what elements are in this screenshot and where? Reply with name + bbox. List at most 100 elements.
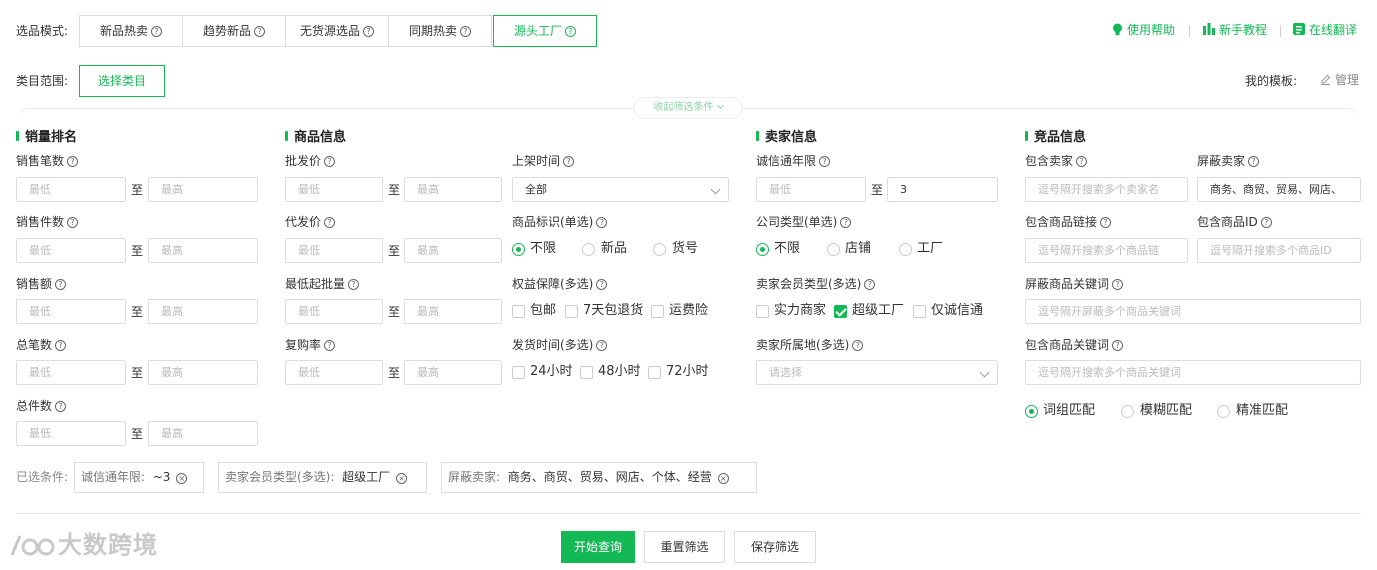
repurchase-rate-min-input[interactable]: 最低: [285, 360, 383, 385]
help-icon[interactable]: ?: [563, 156, 575, 167]
close-icon[interactable]: ×: [176, 473, 188, 484]
radio-label: 不限: [774, 241, 801, 256]
rights-checkbox-shipping-insurance[interactable]: [651, 305, 664, 318]
help-icon[interactable]: ?: [819, 156, 831, 167]
block-keyword-input[interactable]: 逗号隔开屏蔽多个商品关键词: [1025, 299, 1361, 324]
help-icon[interactable]: ?: [596, 217, 608, 228]
help-icon[interactable]: ?: [254, 26, 265, 37]
cxt-years-max-input[interactable]: 3: [887, 177, 998, 202]
member-checkbox-cxt-only[interactable]: [913, 305, 926, 318]
company-type-radio-store[interactable]: [827, 243, 840, 256]
tab-new-hot[interactable]: 新品热卖?: [79, 15, 183, 47]
sales-qty-max-input[interactable]: 最高: [148, 238, 258, 263]
tab-trend-new[interactable]: 趋势新品?: [182, 15, 286, 47]
help-icon[interactable]: ?: [1260, 217, 1272, 228]
product-tag-radio-new[interactable]: [582, 243, 595, 256]
field-label-sales-qty: 销售件数?: [16, 214, 79, 230]
sales-amount-min-input[interactable]: 最低: [16, 299, 126, 324]
seller-location-select[interactable]: 请选择: [756, 360, 998, 385]
help-icon[interactable]: ?: [55, 340, 67, 351]
tab-source-factory[interactable]: 源头工厂?: [493, 15, 597, 47]
save-filters-button[interactable]: 保存筛选: [734, 531, 816, 563]
close-icon[interactable]: ×: [396, 473, 408, 484]
ship-checkbox-72h[interactable]: [648, 366, 661, 379]
sales-count-max-input[interactable]: 最高: [148, 177, 258, 202]
help-icon[interactable]: ?: [324, 340, 336, 351]
member-checkbox-super-factory[interactable]: [834, 305, 847, 318]
selected-chip: 诚信通年限: ~3 ×: [74, 462, 204, 493]
match-radio-exact[interactable]: [1217, 405, 1230, 418]
block-seller-input[interactable]: 商务、商贸、贸易、网店、: [1197, 177, 1361, 202]
min-batch-min-input[interactable]: 最低: [285, 299, 383, 324]
dropship-price-min-input[interactable]: 最低: [285, 238, 383, 263]
sales-amount-max-input[interactable]: 最高: [148, 299, 258, 324]
help-icon[interactable]: ?: [324, 156, 336, 167]
checkbox-label: 超级工厂: [852, 303, 905, 318]
member-checkbox-strong-merchant[interactable]: [756, 305, 769, 318]
help-icon[interactable]: ?: [596, 279, 608, 290]
total-qty-max-input[interactable]: 最高: [148, 421, 258, 446]
help-icon[interactable]: ?: [1112, 279, 1124, 290]
ship-checkbox-48h[interactable]: [580, 366, 593, 379]
wholesale-price-max-input[interactable]: 最高: [404, 177, 502, 202]
manage-template-link[interactable]: 管理: [1320, 72, 1359, 88]
help-icon[interactable]: ?: [55, 279, 67, 290]
tab-no-stock[interactable]: 无货源选品?: [285, 15, 389, 47]
dropship-price-max-input[interactable]: 最高: [404, 238, 502, 263]
ship-checkbox-24h[interactable]: [512, 366, 525, 379]
field-label-wholesale-price: 批发价?: [285, 153, 336, 169]
range-separator: 至: [388, 183, 401, 197]
help-icon[interactable]: ?: [151, 26, 162, 37]
help-icon[interactable]: ?: [840, 217, 852, 228]
sales-count-min-input[interactable]: 最低: [16, 177, 126, 202]
total-orders-max-input[interactable]: 最高: [148, 360, 258, 385]
product-tag-radio-any[interactable]: [512, 243, 525, 256]
checkbox-label: 实力商家: [774, 303, 827, 318]
field-label-listing-time: 上架时间?: [512, 153, 575, 169]
sales-qty-min-input[interactable]: 最低: [16, 238, 126, 263]
tutorial-link[interactable]: 新手教程: [1203, 22, 1267, 38]
help-icon[interactable]: ?: [324, 217, 336, 228]
help-icon[interactable]: ?: [1076, 156, 1088, 167]
rights-checkbox-7day-return[interactable]: [565, 305, 578, 318]
help-link[interactable]: 使用帮助: [1112, 22, 1175, 38]
wholesale-price-min-input[interactable]: 最低: [285, 177, 383, 202]
total-orders-min-input[interactable]: 最低: [16, 360, 126, 385]
help-icon[interactable]: ?: [852, 340, 864, 351]
help-icon[interactable]: ?: [864, 279, 876, 290]
rights-checkbox-free-shipping[interactable]: [512, 305, 525, 318]
help-icon[interactable]: ?: [1248, 156, 1260, 167]
listing-time-select[interactable]: 全部: [512, 177, 729, 202]
help-icon[interactable]: ?: [1112, 340, 1124, 351]
tab-same-period[interactable]: 同期热卖?: [388, 15, 492, 47]
repurchase-rate-max-input[interactable]: 最高: [404, 360, 502, 385]
help-icon[interactable]: ?: [348, 279, 360, 290]
help-icon[interactable]: ?: [67, 217, 79, 228]
reset-filters-button[interactable]: 重置筛选: [644, 531, 725, 563]
include-seller-input[interactable]: 逗号隔开搜索多个卖家名: [1025, 177, 1188, 202]
include-id-input[interactable]: 逗号隔开搜索多个商品ID: [1197, 238, 1361, 263]
total-qty-min-input[interactable]: 最低: [16, 421, 126, 446]
match-radio-phrase[interactable]: [1025, 405, 1038, 418]
product-tag-radio-sku[interactable]: [653, 243, 666, 256]
company-type-radio-factory[interactable]: [899, 243, 912, 256]
help-icon[interactable]: ?: [460, 26, 471, 37]
help-icon[interactable]: ?: [55, 401, 67, 412]
help-icon[interactable]: ?: [596, 340, 608, 351]
match-radio-fuzzy[interactable]: [1121, 405, 1134, 418]
include-keyword-input[interactable]: 逗号隔开搜索多个商品关键词: [1025, 360, 1361, 385]
help-icon[interactable]: ?: [565, 26, 576, 37]
company-type-radio-any[interactable]: [756, 243, 769, 256]
cxt-years-min-input[interactable]: 最低: [756, 177, 866, 202]
field-label-seller-location: 卖家所属地(多选)?: [756, 337, 864, 353]
collapse-filters-button[interactable]: 收起筛选条件: [633, 97, 743, 119]
help-icon[interactable]: ?: [363, 26, 374, 37]
close-icon[interactable]: ×: [717, 473, 729, 484]
min-batch-max-input[interactable]: 最高: [404, 299, 502, 324]
help-icon[interactable]: ?: [1100, 217, 1112, 228]
start-search-button[interactable]: 开始查询: [561, 531, 635, 563]
translate-link[interactable]: 在线翻译: [1293, 22, 1357, 38]
select-category-button[interactable]: 选择类目: [79, 65, 165, 97]
include-link-input[interactable]: 逗号隔开搜索多个商品链: [1025, 238, 1188, 263]
help-icon[interactable]: ?: [67, 156, 79, 167]
